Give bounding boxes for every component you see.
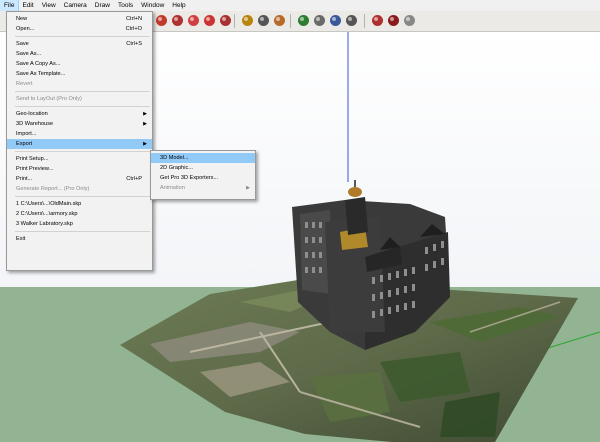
menu-item-label: Print...: [16, 176, 33, 182]
menu-item-send-to-layout-pro-only: Send to LayOut (Pro Only): [7, 94, 152, 104]
menu-window[interactable]: Window: [137, 0, 168, 11]
menu-item-1-c-users-oldmain-skp[interactable]: 1 C:\Users\...\OldMain.skp: [7, 199, 152, 209]
menu-separator: [15, 151, 150, 152]
menu-item-3d-model[interactable]: 3D Model...: [151, 153, 255, 163]
submenu-arrow-icon: ▶: [143, 141, 147, 147]
menu-item-shortcut: Ctrl+S: [126, 41, 142, 47]
menu-edit[interactable]: Edit: [18, 0, 37, 11]
menu-item-label: New: [16, 16, 28, 22]
menu-item-revert: Revert: [7, 79, 152, 89]
menu-bar: File Edit View Camera Draw Tools Window Help: [0, 0, 600, 12]
menu-item-label: Open...: [16, 26, 35, 32]
toolbar-separator: [234, 14, 235, 28]
menu-item-print[interactable]: Print... Ctrl+P: [7, 174, 152, 184]
menu-file[interactable]: File: [0, 0, 20, 12]
menu-item-save-as[interactable]: Save As...: [7, 49, 152, 59]
menu-item-label: 3D Warehouse: [16, 121, 54, 127]
menu-item-shortcut: Ctrl+O: [125, 26, 142, 32]
menu-item-label: Import...: [16, 131, 37, 137]
menu-item-animation: Animation ▶: [151, 183, 255, 193]
menu-item-label: Print Setup...: [16, 156, 49, 162]
menu-item-label: Geo-location: [16, 111, 48, 117]
menu-item-3-walker-labratory-skp[interactable]: 3 Walker Labratory.skp: [7, 219, 152, 229]
menu-item-shortcut: Ctrl+P: [126, 176, 142, 182]
menu-item-print-setup[interactable]: Print Setup...: [7, 154, 152, 164]
tape-measure-icon[interactable]: [240, 13, 255, 28]
menu-item-import[interactable]: Import...: [7, 129, 152, 139]
menu-camera[interactable]: Camera: [60, 0, 91, 11]
menu-separator: [15, 91, 150, 92]
pan-icon[interactable]: [312, 13, 327, 28]
menu-item-label: Print Preview...: [16, 166, 54, 172]
menu-separator: [15, 36, 150, 37]
menu-item-export[interactable]: Export ▶: [7, 139, 152, 149]
paint-bucket-icon[interactable]: [272, 13, 287, 28]
orbit-tool-icon[interactable]: [296, 13, 311, 28]
submenu-arrow-icon: ▶: [143, 121, 147, 127]
menu-item-label: Generate Report... (Pro Only): [16, 186, 90, 192]
menu-item-print-preview[interactable]: Print Preview...: [7, 164, 152, 174]
file-menu: New Ctrl+N Open... Ctrl+O Save Ctrl+S Save As.…: [6, 11, 153, 271]
orbit-icon[interactable]: [154, 13, 169, 28]
scale-icon[interactable]: [218, 13, 233, 28]
layout-icon[interactable]: [402, 13, 417, 28]
menu-item-get-pro-3d-exporters[interactable]: Get Pro 3D Exporters...: [151, 173, 255, 183]
toolbar-separator: [364, 14, 365, 28]
menu-item-label: Save A Copy As...: [16, 61, 61, 67]
menu-item-label: Save: [16, 41, 29, 47]
text-icon[interactable]: [256, 13, 271, 28]
menu-tools[interactable]: Tools: [114, 0, 137, 11]
menu-item-geo-location[interactable]: Geo-location ▶: [7, 109, 152, 119]
menu-item-label: Export: [16, 141, 33, 147]
menu-item-generate-report-pro-only: Generate Report... (Pro Only): [7, 184, 152, 194]
menu-item-label: Animation: [160, 185, 185, 191]
menu-item-label: 2D Graphic...: [160, 165, 193, 171]
menu-item-label: Exit: [16, 236, 26, 242]
menu-separator: [15, 196, 150, 197]
menu-item-shortcut: Ctrl+N: [125, 16, 142, 22]
menu-item-save[interactable]: Save Ctrl+S: [7, 39, 152, 49]
toolbar-separator: [290, 14, 291, 28]
menu-view[interactable]: View: [38, 0, 60, 11]
extension-warehouse-icon[interactable]: [386, 13, 401, 28]
menu-separator: [15, 106, 150, 107]
submenu-arrow-icon: ▶: [246, 185, 250, 191]
zoom-extents-icon[interactable]: [344, 13, 359, 28]
menu-item-save-a-copy-as[interactable]: Save A Copy As...: [7, 59, 152, 69]
move-icon[interactable]: [202, 13, 217, 28]
menu-item-label: 3 Walker Labratory.skp: [16, 221, 73, 227]
zoom-icon[interactable]: [328, 13, 343, 28]
menu-item-label: Revert: [16, 81, 33, 87]
menu-help[interactable]: Help: [168, 0, 189, 11]
menu-item-label: Save As...: [16, 51, 42, 57]
menu-item-2-c-users-armory-skp[interactable]: 2 C:\Users\...\armory.skp: [7, 209, 152, 219]
warehouse-icon[interactable]: [370, 13, 385, 28]
menu-item-2d-graphic[interactable]: 2D Graphic...: [151, 163, 255, 173]
menu-item-save-as-template[interactable]: Save As Template...: [7, 69, 152, 79]
menu-separator: [15, 231, 150, 232]
menu-item-label: Save As Template...: [16, 71, 66, 77]
menu-draw[interactable]: Draw: [91, 0, 114, 11]
menu-item-new[interactable]: New Ctrl+N: [7, 14, 152, 24]
paint-icon[interactable]: [170, 13, 185, 28]
submenu-arrow-icon: ▶: [143, 111, 147, 117]
export-submenu: 3D Model... 2D Graphic... Get Pro 3D Expor…: [150, 150, 256, 200]
menu-item-label: 1 C:\Users\...\OldMain.skp: [16, 201, 82, 207]
menu-item-label: 3D Model...: [160, 155, 189, 161]
menu-item-label: Send to LayOut (Pro Only): [16, 96, 82, 102]
menu-item-exit[interactable]: Exit: [7, 234, 152, 244]
menu-item-label: 2 C:\Users\...\armory.skp: [16, 211, 78, 217]
rotate-icon[interactable]: [186, 13, 201, 28]
menu-item-3d-warehouse[interactable]: 3D Warehouse ▶: [7, 119, 152, 129]
menu-item-label: Get Pro 3D Exporters...: [160, 175, 219, 181]
menu-item-open[interactable]: Open... Ctrl+O: [7, 24, 152, 34]
